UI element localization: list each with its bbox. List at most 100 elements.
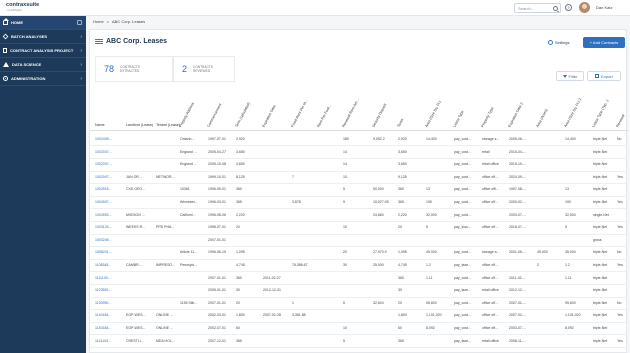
table-row[interactable]: 1002405... Ontario... 1997-07-01 2,920 180 9,…	[90, 134, 628, 147]
table-cell: triple-Net	[593, 149, 608, 154]
table-cell: triple-Net	[593, 263, 608, 267]
help-icon[interactable]: ?	[565, 4, 572, 11]
column-header[interactable]: Taxes	[396, 96, 415, 128]
contract-name-link[interactable]: 1008201...	[95, 250, 125, 254]
column-header[interactable]: Lease Type	[452, 96, 471, 128]
contract-name-link[interactable]: 1120552...	[95, 288, 125, 292]
table-cell: 2001-06-...	[509, 250, 526, 255]
breadcrumb-home[interactable]: Home	[93, 19, 104, 24]
contract-name-link[interactable]: 1002518...	[95, 187, 125, 191]
contract-name-link[interactable]: 1003124...	[95, 225, 125, 229]
sidebar-item-batch-analyses[interactable]: BATCH ANALYSES ›	[0, 30, 86, 44]
column-header[interactable]: Landlord (Lease)	[126, 123, 155, 127]
sidebar-item-contract-analysis-project[interactable]: CONTRACT ANALYSIS PROJECT ›	[0, 44, 86, 58]
table-row[interactable]: 1002037... England ... 2005-04-27 3,650 14 3,…	[90, 147, 628, 159]
filter-button[interactable]: Filter	[556, 71, 584, 81]
export-button[interactable]: Export	[587, 71, 621, 81]
table-cell: 2008-11-...	[509, 338, 526, 343]
table-cell: 2015-04-...	[509, 149, 526, 154]
table-cell: England ...	[180, 149, 197, 154]
app-logo[interactable]: contraxsuite by LexPredict	[4, 2, 39, 14]
contract-name-link[interactable]: 1002607...	[95, 200, 125, 204]
table-cell: 2007-01-01	[208, 300, 226, 305]
contract-name-link[interactable]: 1002037...	[95, 162, 125, 166]
table-row[interactable]: 1120552... 2005-01-01 30 2012-12-31 30 pay_ta…	[90, 285, 628, 298]
add-contracts-button[interactable]: + Add Contracts	[583, 37, 625, 48]
column-header[interactable]: Area (Size Sq. Ft.) 2	[563, 96, 582, 128]
column-header[interactable]: Property Address	[178, 96, 197, 128]
column-header[interactable]: Renewal Rent Am...	[341, 96, 360, 128]
table-row[interactable]: 1003124... WEEKS R... PPD PHA... 1998-07-01…	[90, 222, 628, 235]
column-header[interactable]: Lease Type (Typ...)	[591, 96, 610, 128]
table-cell: 32,000	[426, 212, 437, 217]
sidebar-item-data-science[interactable]: DATA SCIENCE ›	[0, 58, 86, 72]
contract-name-link[interactable]: 1003245...	[95, 238, 125, 242]
avatar[interactable]	[579, 2, 590, 13]
contract-name-link[interactable]: 1130950...	[95, 301, 125, 305]
table-cell: 3,381.88	[292, 313, 306, 318]
column-header[interactable]: Term (calculated)	[234, 96, 253, 128]
settings-button[interactable]: Settings	[548, 40, 569, 45]
export-icon	[595, 74, 600, 78]
table-cell: 45,000	[565, 250, 576, 255]
sidebar-item-administration[interactable]: ADMINISTRATION ›	[0, 72, 86, 86]
table-cell: 14	[343, 162, 347, 167]
table-cell: pay_taxe...	[454, 288, 472, 293]
table-cell: pay_cost...	[454, 212, 471, 217]
user-name[interactable]: Dan Katz	[596, 5, 612, 10]
column-header[interactable]: Security Deposit	[371, 96, 390, 128]
table-row[interactable]: 1002518... CXE-GEO... 10361 1996-05-01 360 5 5…	[90, 184, 628, 197]
column-header[interactable]: Area (Acres)	[535, 96, 554, 128]
table-cell: office off...	[482, 275, 499, 280]
table-row[interactable]: 1008201... Article 11... 1996-06-15 1,095 20…	[90, 247, 628, 260]
column-header[interactable]: Expiration Date	[261, 96, 280, 128]
stat-label: CONTRACTS EXTRACTED	[120, 65, 140, 73]
table-cell: gross	[593, 237, 602, 242]
table-cell: ONLINE ...	[156, 313, 173, 318]
contract-name-link[interactable]: 1111109...	[95, 276, 125, 280]
table-cell: 2,920	[398, 137, 407, 141]
table-row[interactable]: 1002607... Winneset... 1996-03-01 365 3,878 9…	[90, 197, 628, 210]
contract-name-link[interactable]: 1140184...	[95, 313, 125, 317]
table-row[interactable]: 1003245... 2007-01-01 gross	[90, 235, 628, 248]
column-header[interactable]: Rent Per Foot...	[316, 96, 335, 128]
table-row[interactable]: 1002047... JAN OR... NETWOR... 1999-10-01 8,…	[90, 172, 628, 185]
table-cell: 30	[236, 288, 240, 293]
table-cell: 8,092	[426, 326, 435, 330]
column-header[interactable]: Expiration Date 2	[507, 96, 526, 128]
contract-name-link[interactable]: 1141103...	[95, 339, 125, 343]
contract-name-link[interactable]: 1002037...	[95, 150, 125, 154]
table-cell: EOP-WES...	[126, 313, 146, 318]
search-input[interactable]: Search...	[514, 3, 561, 13]
column-header[interactable]: Property Type	[480, 96, 499, 128]
column-header[interactable]: Commencement	[206, 96, 225, 128]
table-row[interactable]: 1141103... CRESTLI... MDA HOL... 2007-12-01…	[90, 336, 628, 348]
table-row[interactable]: 1002037... England ... 2005-10-08 3,650 14 3,…	[90, 159, 628, 172]
table-row[interactable]: 1140184... EOP-WES... ONLINE ... 2002-07-01…	[90, 323, 628, 336]
column-header[interactable]: Name	[95, 123, 125, 127]
table-row[interactable]: 1140184... EOP-WES... ONLINE ... 2002-03-01…	[90, 310, 628, 323]
table-cell: CRESTLI...	[126, 338, 144, 343]
table-cell: 1997-08-...	[509, 187, 526, 192]
table-row[interactable]: 1111109... 2007-01-01 360 2011-02-27 360 1.11…	[90, 273, 628, 285]
table-cell: 2007-01-...	[509, 300, 526, 305]
table-cell: 2007-01-01	[208, 275, 226, 280]
contract-name-link[interactable]: 1002047...	[95, 175, 125, 179]
contract-name-link[interactable]: 1002405...	[95, 137, 125, 141]
table-cell: office off...	[482, 300, 499, 305]
table-cell: 2007-12-01	[208, 338, 226, 343]
search-icon[interactable]	[553, 6, 558, 11]
contract-name-link[interactable]: 1108345...	[95, 263, 125, 267]
sidebar-item-home[interactable]: HOME	[0, 16, 86, 30]
table-row[interactable]: 1108345... CAMBR... IMPRESO... Pennsylv... 4…	[90, 260, 628, 273]
table-row[interactable]: 1002653... MISSION ... Californi... 1996-08…	[90, 210, 628, 222]
table-row[interactable]: 1130950... 1155 Silb... 2007-01-01 20 1 5 32,6…	[90, 298, 628, 311]
column-header[interactable]: Renewal	[615, 96, 628, 128]
flask-icon	[3, 62, 9, 67]
column-header[interactable]: Fixed Rent Per M...	[290, 96, 309, 128]
contract-name-link[interactable]: 1140184...	[95, 326, 125, 330]
column-header[interactable]: Area (Size Sq. Ft.)	[424, 96, 443, 128]
collapse-sidebar-icon[interactable]	[77, 20, 82, 25]
contract-name-link[interactable]: 1002653...	[95, 213, 125, 217]
table-cell: 2007-02-28	[263, 313, 281, 318]
